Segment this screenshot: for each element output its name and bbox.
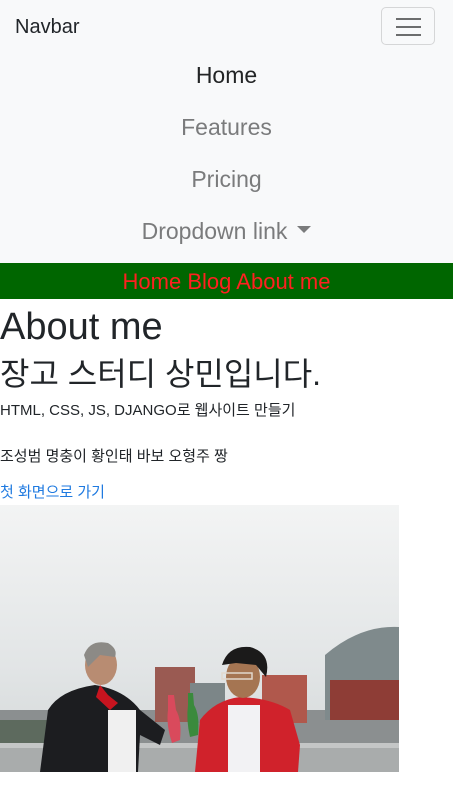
nav-item-pricing[interactable]: Pricing	[0, 156, 453, 208]
nav-item-label: Dropdown link	[141, 218, 288, 244]
nav-item-home[interactable]: Home	[0, 52, 453, 104]
navbar-menu: Home Features Pricing Dropdown link	[0, 52, 453, 260]
hamburger-menu-icon-line	[396, 34, 421, 36]
photo-two-women-toasting	[0, 505, 399, 772]
subnav-link-home[interactable]: Home	[123, 269, 182, 294]
nav-item-label: Home	[195, 62, 258, 88]
navbar-brand[interactable]: Navbar	[15, 16, 79, 39]
subnav-bar: Home Blog About me	[0, 263, 453, 299]
nav-item-label: Features	[181, 114, 272, 140]
nav-item-features[interactable]: Features	[0, 104, 453, 156]
navbar-toggler-button[interactable]	[381, 7, 435, 45]
members-paragraph: 조성범 명충이 황인태 바보 오형주 짱	[0, 448, 228, 465]
intro-paragraph: HTML, CSS, JS, DJANGO로 웹사이트 만들기	[0, 402, 296, 419]
caret-down-icon	[297, 226, 312, 234]
subnav-link-blog[interactable]: Blog	[187, 269, 231, 294]
main-content: About me 장고 스터디 상민입니다. HTML, CSS, JS, DJ…	[0, 299, 453, 503]
nav-item-label: Pricing	[191, 166, 262, 192]
hamburger-menu-icon	[396, 18, 421, 20]
subnav-link-about[interactable]: About me	[236, 269, 330, 294]
navbar: Navbar Home Features Pricing Dropdown li…	[0, 0, 453, 263]
photo-illustration	[0, 505, 399, 772]
hamburger-menu-icon-line	[396, 26, 421, 28]
back-home-link[interactable]: 첫 화면으로 가기	[0, 481, 453, 503]
nav-item-dropdown[interactable]: Dropdown link	[0, 208, 453, 260]
page-title: About me	[0, 306, 163, 348]
page-subtitle: 장고 스터디 상민입니다.	[0, 356, 322, 392]
